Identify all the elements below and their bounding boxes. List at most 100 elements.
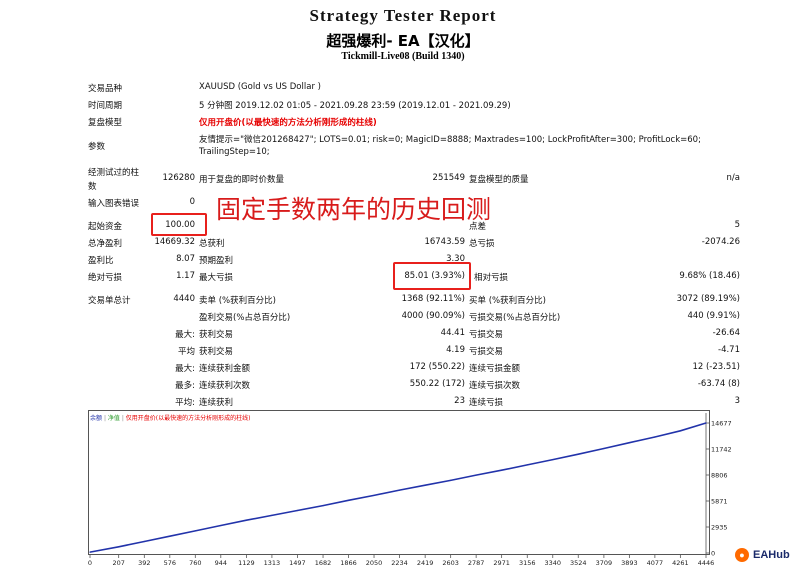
- largest-loss-label: 亏损交易: [469, 330, 504, 340]
- x-tick-label: 3156: [519, 559, 536, 567]
- deposit-label: 起始资金: [88, 222, 123, 232]
- x-tick-label: 4446: [698, 559, 715, 567]
- max-drawdown-label: 最大亏损: [199, 273, 234, 283]
- bars-label-line2: 数: [88, 182, 97, 192]
- profit-trades-value: 4000 (90.09%): [401, 311, 465, 321]
- x-tick-label: 3340: [544, 559, 561, 567]
- avg-consec-losses-label: 连续亏损: [469, 398, 504, 408]
- chart-legend: 余额 | 净值 | 仅用开盘价(以最快速的方法分析刚形成的柱线): [90, 415, 251, 422]
- avg-consec-label: 平均:: [175, 398, 195, 408]
- x-tick-label: 0: [88, 559, 92, 567]
- max-drawdown-highlight-box: [393, 262, 471, 290]
- average-label: 平均: [177, 347, 195, 357]
- avg-profit-value: 4.19: [446, 345, 465, 355]
- loss-trades-label: 亏损交易(%占总百分比): [469, 313, 561, 323]
- maximal-label: 最多:: [175, 381, 195, 391]
- consec-losses-money-label: 连续亏损金额: [469, 364, 521, 374]
- params-value-line2: TrailingStep=10;: [199, 147, 270, 157]
- x-tick-label: 4261: [672, 559, 689, 567]
- symbol-label: 交易品种: [88, 84, 123, 94]
- legend-note: 仅用开盘价(以最快速的方法分析刚形成的柱线): [125, 415, 251, 422]
- x-tick-label: 2050: [366, 559, 383, 567]
- x-tick-label: 944: [215, 559, 227, 567]
- y-tick-label: 0: [711, 550, 715, 558]
- y-tick-label: 8806: [711, 472, 728, 480]
- ea-name: 超强爆利- EA【汉化】: [326, 32, 480, 50]
- short-positions-label: 卖单 (%获利百分比): [199, 296, 276, 306]
- largest-loss-value: -26.64: [712, 328, 740, 338]
- period-value: 5 分钟图 2019.12.02 01:05 - 2021.09.28 23:5…: [199, 101, 511, 111]
- params-label: 参数: [88, 142, 106, 152]
- consec-wins-money-value: 172 (550.22): [409, 362, 465, 372]
- model-label: 复盘模型: [88, 118, 123, 128]
- consec-wins-money-label: 连续获利金额: [199, 364, 251, 374]
- spread-value: 5: [734, 220, 740, 230]
- total-trades-value: 4440: [173, 294, 195, 304]
- symbol-value: XAUUSD (Gold vs US Dollar ): [199, 82, 321, 92]
- gross-loss-label: 总亏损: [469, 239, 495, 249]
- abs-drawdown-value: 1.17: [176, 271, 195, 281]
- legend-balance: 余额: [90, 415, 103, 422]
- largest-profit-value: 44.41: [440, 328, 465, 338]
- abs-drawdown-label: 绝对亏损: [88, 273, 123, 283]
- y-tick-label: 2935: [711, 524, 728, 532]
- profit-factor-label: 盈利比: [88, 256, 114, 266]
- expected-payoff-label: 预期盈利: [199, 256, 234, 266]
- gross-profit-label: 总获利: [199, 239, 225, 249]
- x-tick-label: 4077: [647, 559, 664, 567]
- legend-equity: 净值: [107, 415, 120, 422]
- consec-loss-count-label: 连续亏损次数: [469, 381, 521, 391]
- max-consec-label: 最大:: [175, 364, 195, 374]
- y-tick-label: 14677: [711, 420, 732, 428]
- consec-losses-money-value: 12 (-23.51): [692, 362, 740, 372]
- model-value: 仅用开盘价(以最快速的方法分析刚形成的柱线): [199, 118, 377, 128]
- x-tick-label: 760: [189, 559, 201, 567]
- x-tick-label: 2787: [468, 559, 485, 567]
- backtest-annotation: 固定手数两年的历史回测: [216, 195, 492, 224]
- profit-factor-value: 8.07: [176, 254, 195, 264]
- server-name: Tickmill-Live08 (Build 1340): [341, 51, 465, 62]
- ticks-label: 用于复盘的即时价数量: [199, 175, 285, 185]
- rel-drawdown-label: 相对亏损: [474, 273, 509, 283]
- avg-profit-label: 获利交易: [199, 347, 234, 357]
- x-tick-label: 392: [138, 559, 150, 567]
- quality-value: n/a: [726, 173, 740, 183]
- long-positions-label: 买单 (%获利百分比): [469, 296, 546, 306]
- profit-trades-label: 盈利交易(%占总百分比): [199, 313, 291, 323]
- logo-text: EAHub: [753, 548, 790, 561]
- x-tick-label: 207: [112, 559, 124, 567]
- x-tick-label: 3893: [621, 559, 638, 567]
- x-tick-label: 1497: [289, 559, 306, 567]
- long-positions-value: 3072 (89.19%): [676, 294, 740, 304]
- report-title: Strategy Tester Report: [309, 6, 497, 25]
- x-tick-label: 2419: [417, 559, 434, 567]
- consec-profit-count-value: 550.22 (172): [409, 379, 465, 389]
- ticks-value: 251549: [432, 173, 465, 183]
- consec-loss-count-value: -63.74 (8): [697, 379, 740, 389]
- avg-loss-label: 亏损交易: [469, 347, 504, 357]
- x-tick-label: 2603: [442, 559, 459, 567]
- y-tick-label: 5871: [711, 497, 728, 505]
- avg-loss-value: -4.71: [718, 345, 740, 355]
- gross-profit-value: 16743.59: [424, 237, 465, 247]
- x-tick-label: 3524: [570, 559, 587, 567]
- net-profit-value: 14669.32: [154, 237, 195, 247]
- y-tick-label: 11742: [711, 445, 732, 453]
- avg-consec-wins-label: 连续获利: [199, 398, 234, 408]
- avg-consec-losses-value: 3: [734, 396, 740, 406]
- balance-chart-frame: [88, 410, 710, 555]
- x-tick-label: 3709: [596, 559, 613, 567]
- x-tick-label: 2234: [391, 559, 408, 567]
- largest-label: 最大:: [175, 330, 195, 340]
- bars-value: 126280: [162, 173, 195, 183]
- gross-loss-value: -2074.26: [701, 237, 740, 247]
- largest-profit-label: 获利交易: [199, 330, 234, 340]
- x-tick-label: 1682: [315, 559, 332, 567]
- x-tick-label: 1866: [340, 559, 357, 567]
- loss-trades-value: 440 (9.91%): [687, 311, 740, 321]
- params-value-line1: 友情提示="微信201268427"; LOTS=0.01; risk=0; M…: [199, 135, 701, 145]
- rel-drawdown-value: 9.68% (18.46): [679, 271, 740, 281]
- x-tick-label: 1129: [238, 559, 255, 567]
- eahub-logo-icon: ●: [735, 548, 749, 562]
- x-tick-label: 1313: [264, 559, 281, 567]
